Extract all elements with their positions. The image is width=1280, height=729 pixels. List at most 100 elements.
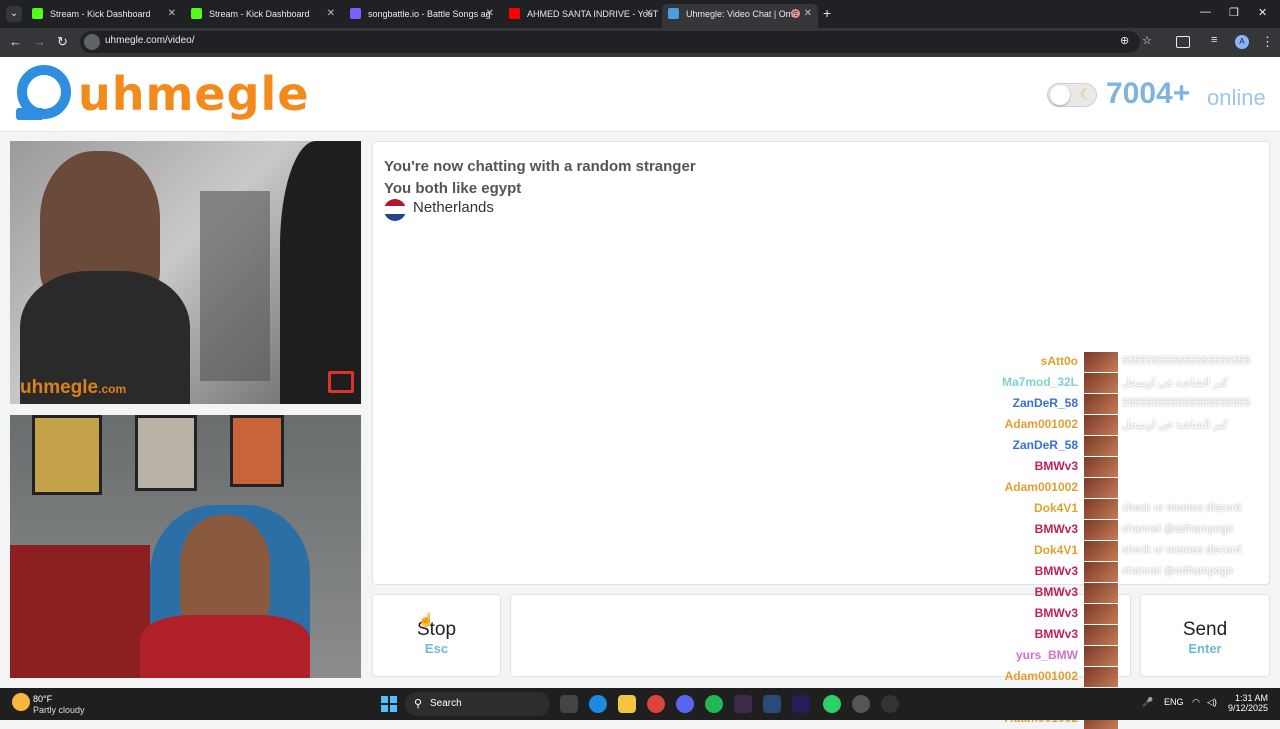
report-flag-icon[interactable] [328, 371, 354, 393]
kick-icon [191, 8, 202, 19]
site-info-icon[interactable] [84, 34, 100, 50]
close-icon[interactable]: ✕ [804, 4, 812, 24]
discord-icon[interactable] [676, 695, 694, 713]
media-controls-icon[interactable]: ≡ [1211, 34, 1217, 46]
overlay-emote-icon [1084, 394, 1118, 414]
tab-title: Stream - Kick Dashboard [50, 9, 151, 19]
microphone-icon[interactable]: 🎤 [1142, 697, 1153, 708]
overlay-emote-icon [1084, 604, 1118, 624]
tab-youtube[interactable]: AHMED SANTA INDRIVE - YouT ✕ [503, 4, 659, 28]
send-hint: Enter [1188, 641, 1222, 656]
extensions-icon[interactable] [1176, 36, 1190, 48]
overlay-emote-icon [1084, 541, 1118, 561]
tab-kick-1[interactable]: Stream - Kick Dashboard ✕ [26, 4, 182, 28]
forward-icon[interactable]: → [33, 34, 46, 49]
overlay-username: Adam001002 [1004, 669, 1078, 683]
poster-landscape [230, 415, 284, 487]
tab-uhmegle[interactable]: Uhmegle: Video Chat | Ome ✕ [662, 4, 818, 28]
weather-temp: 80°F [33, 694, 53, 704]
online-label: online [1207, 85, 1266, 110]
tab-title: songbattle.io - Battle Songs ag [368, 9, 491, 19]
overlay-emote-icon [1084, 373, 1118, 393]
weather-icon[interactable] [12, 693, 30, 711]
media-player-icon[interactable] [881, 695, 899, 713]
window-close-icon[interactable]: ✕ [1258, 6, 1267, 19]
search-label: Search [430, 698, 462, 709]
url-text: uhmegle.com/video/ [105, 35, 195, 46]
overlay-username: BMWv3 [1034, 564, 1078, 578]
stop-hint: Esc [424, 641, 449, 656]
overlay-emote-icon [1084, 646, 1118, 666]
new-tab-button[interactable]: + [823, 6, 831, 20]
overlay-emote-icon [1084, 436, 1118, 456]
poster-face [135, 415, 197, 491]
edge-icon[interactable] [589, 695, 607, 713]
site-logo-text[interactable]: uhmegle [78, 67, 310, 121]
stranger-video: uhmegle.com [10, 141, 361, 404]
task-view-icon[interactable] [560, 695, 578, 713]
site-header: uhmegle ☾ 7004+ online [0, 57, 1280, 132]
profile-avatar[interactable]: A [1235, 35, 1249, 49]
kick-icon [32, 8, 43, 19]
close-icon[interactable]: ✕ [486, 4, 494, 24]
overlay-emote-icon [1084, 478, 1118, 498]
file-explorer-icon[interactable] [618, 695, 636, 713]
common-interest-line: You both like egypt [384, 180, 522, 197]
video-watermark: uhmegle.com [20, 377, 127, 398]
reload-icon[interactable]: ↻ [57, 34, 68, 50]
tab-title: AHMED SANTA INDRIVE - YouT [527, 9, 659, 19]
overlay-emote-icon [1084, 562, 1118, 582]
menu-icon[interactable]: ⋮ [1261, 34, 1274, 50]
language-indicator[interactable]: ENG [1164, 697, 1184, 707]
overlay-username: Adam001002 [1004, 480, 1078, 494]
app-icon[interactable] [763, 695, 781, 713]
stop-label: Stop [416, 619, 457, 640]
tab-songbattle[interactable]: songbattle.io - Battle Songs ag ✕ [344, 4, 500, 28]
songbattle-icon [350, 8, 361, 19]
maximize-icon[interactable]: ❐ [1229, 6, 1239, 19]
back-icon[interactable]: ← [9, 34, 22, 49]
taskbar-search[interactable]: ⚲ Search [405, 692, 550, 716]
close-icon[interactable]: ✕ [645, 4, 653, 24]
close-icon[interactable]: ✕ [327, 4, 335, 24]
url-input[interactable]: uhmegle.com/video/ ⊕ ☆ [80, 31, 1152, 53]
overlay-username: BMWv3 [1034, 606, 1078, 620]
wifi-icon[interactable]: ◠ [1192, 697, 1200, 708]
volume-icon[interactable]: ◁) [1207, 697, 1217, 708]
overlay-username: ZanDeR_58 [1012, 438, 1078, 452]
start-button[interactable] [381, 696, 397, 712]
search-icon: ⚲ [414, 698, 423, 710]
obs-icon[interactable] [852, 695, 870, 713]
clock-date: 9/12/2025 [1227, 703, 1268, 713]
mouse-cursor-icon: ☝ [418, 612, 435, 627]
system-clock[interactable]: 1:31 AM 9/12/2025 [1222, 693, 1268, 713]
dark-mode-toggle[interactable]: ☾ [1047, 83, 1097, 107]
overlay-message: كبر الشاشة في اوميجل [1122, 419, 1228, 431]
overlay-message: كبر الشاشة في اوميجل [1122, 377, 1228, 389]
overlay-message: channel @adhampogo [1122, 523, 1233, 535]
self-video [10, 415, 361, 678]
clock-time: 1:31 AM [1234, 693, 1268, 703]
overlay-username: Dok4V1 [1033, 543, 1078, 557]
whatsapp-icon[interactable] [823, 695, 841, 713]
overlay-username: BMWv3 [1034, 627, 1078, 641]
spotify-icon[interactable] [705, 695, 723, 713]
overlay-username: BMWv3 [1034, 459, 1078, 473]
send-button[interactable]: Send Enter [1140, 594, 1270, 677]
browser-tab-bar: ⌄ Stream - Kick Dashboard ✕ Stream - Kic… [0, 0, 1280, 28]
minimize-icon[interactable]: — [1200, 6, 1211, 18]
uhmegle-logo-icon[interactable] [12, 64, 72, 124]
overlay-message: 555555555555555555555 [1122, 355, 1251, 367]
overlay-message: check ur memes discord [1122, 544, 1242, 556]
uhmegle-icon [668, 8, 679, 19]
app-icon[interactable] [734, 695, 752, 713]
tab-search-icon[interactable]: ⌄ [6, 6, 22, 22]
overlay-username: Ma7mod_32L [1001, 375, 1078, 389]
bookmark-star-icon[interactable]: ☆ [1142, 34, 1152, 47]
premiere-icon[interactable] [792, 695, 810, 713]
zoom-icon[interactable]: ⊕ [1120, 34, 1129, 47]
tab-kick-2[interactable]: Stream - Kick Dashboard ✕ [185, 4, 341, 28]
stop-button[interactable]: Stop Esc [372, 594, 501, 677]
close-icon[interactable]: ✕ [168, 4, 176, 24]
chrome-icon[interactable] [647, 695, 665, 713]
